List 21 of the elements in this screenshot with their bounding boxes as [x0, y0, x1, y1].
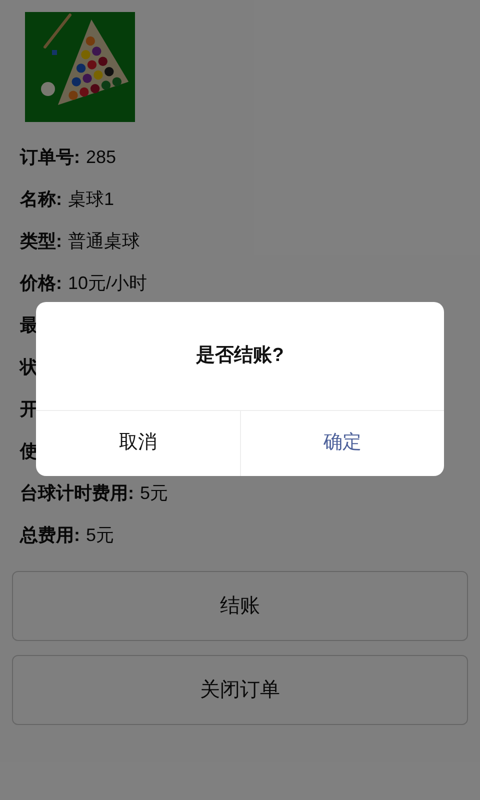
cancel-button[interactable]: 取消 — [36, 411, 240, 476]
field-label: 开 — [20, 398, 38, 420]
field-label: 使 — [20, 440, 38, 462]
field-value: 5元 — [86, 524, 114, 546]
field-value: 10元/小时 — [68, 272, 148, 294]
field-value: 285 — [86, 146, 116, 168]
field-label: 状 — [20, 356, 38, 378]
field-label: 最 — [20, 314, 38, 336]
field-label: 订单号: — [20, 146, 80, 168]
field-value: 桌球1 — [68, 188, 114, 210]
dialog-message: 是否结账? — [196, 344, 284, 368]
field-value: 5元 — [140, 482, 168, 504]
field-label: 台球计时费用: — [20, 482, 134, 504]
field-label: 总费用: — [20, 524, 80, 546]
action-button[interactable]: 关闭订单 — [12, 655, 468, 725]
field-label: 价格: — [20, 272, 62, 294]
confirm-button[interactable]: 确定 — [240, 411, 444, 476]
field-value: 普通桌球 — [68, 230, 140, 252]
field-label: 名称: — [20, 188, 62, 210]
action-button[interactable]: 结账 — [12, 571, 468, 641]
field-label: 类型: — [20, 230, 62, 252]
